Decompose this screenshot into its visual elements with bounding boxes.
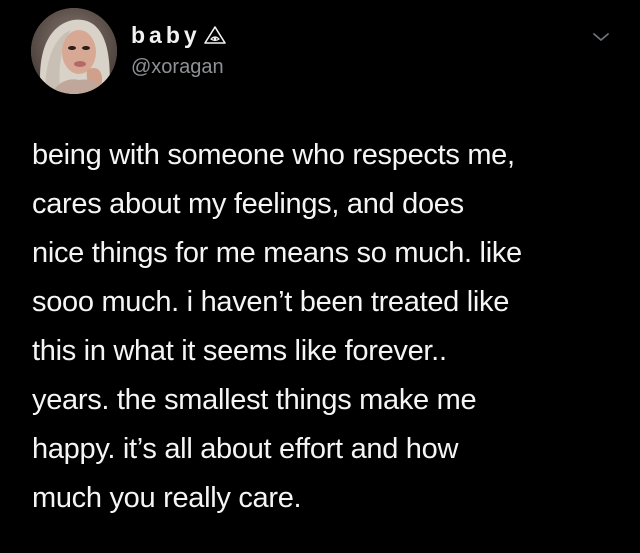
tweet-text: being with someone who respects me, care… bbox=[32, 131, 622, 523]
tweet-line: cares about my feelings, and does bbox=[32, 188, 464, 220]
chevron-down-icon[interactable] bbox=[592, 30, 610, 42]
tweet-line: this in what it seems like forever.. bbox=[32, 335, 447, 367]
triangle-eye-icon bbox=[203, 25, 227, 45]
tweet-line: years. the smallest things make me bbox=[32, 384, 477, 416]
avatar-photo bbox=[31, 8, 117, 94]
tweet-line: being with someone who respects me, bbox=[32, 139, 515, 171]
avatar[interactable] bbox=[31, 8, 117, 94]
tweet-line: sooo much. i haven’t been treated like bbox=[32, 286, 510, 318]
display-name[interactable]: baby bbox=[131, 22, 201, 49]
tweet-line: happy. it’s all about effort and how bbox=[32, 433, 459, 465]
tweet-line: much you really care. bbox=[32, 482, 302, 514]
author-name-row: baby bbox=[131, 20, 227, 50]
tweet-line: nice things for me means so much. like bbox=[32, 237, 522, 269]
author-handle[interactable]: @xoragan bbox=[131, 56, 224, 79]
tweet-card: baby @xoragan being with someone who res… bbox=[0, 0, 640, 553]
